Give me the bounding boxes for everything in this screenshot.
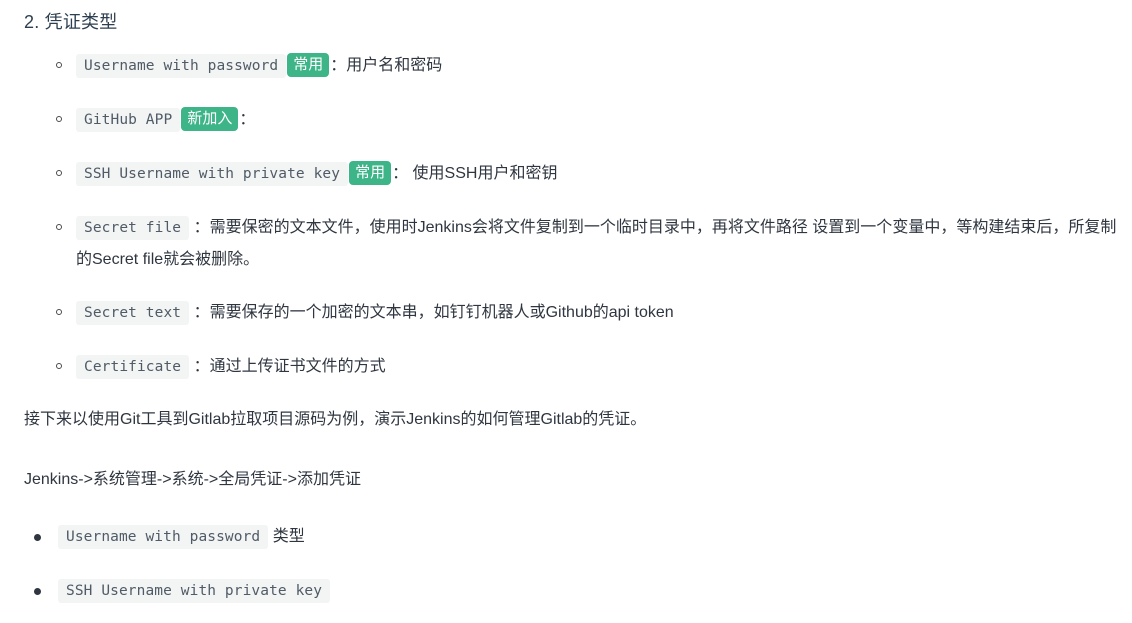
- disc-bullet-icon: [34, 534, 41, 542]
- example-suffix: 类型: [268, 528, 305, 546]
- separator: ：: [193, 219, 210, 236]
- credential-code-label: Username with password: [76, 54, 287, 78]
- status-badge: 常用: [287, 53, 330, 77]
- credential-description: 通过上传证书文件的方式: [209, 358, 386, 375]
- list-item: Username with password 类型: [26, 522, 1118, 552]
- intro-paragraph: 接下来以使用Git工具到Gitlab拉取项目源码为例，演示Jenkins的如何管…: [24, 411, 647, 428]
- list-item: SSH Username with private key 常用： 使用SSH用户…: [52, 158, 1118, 190]
- credential-code-label: GitHub APP: [76, 108, 181, 132]
- credential-description: 需要保密的文本文件，使用时Jenkins会将文件复制到一个临时目录中，再将文件路…: [209, 219, 893, 236]
- separator: ：: [239, 111, 256, 128]
- separator: ：: [193, 304, 210, 321]
- circle-bullet-icon: [56, 116, 62, 122]
- separator: ：: [392, 165, 409, 182]
- credential-code-label: SSH Username with private key: [76, 162, 349, 186]
- list-item: Certificate ：通过上传证书文件的方式: [52, 351, 1118, 383]
- example-code-label: SSH Username with private key: [58, 579, 331, 604]
- status-badge: 常用: [349, 161, 392, 185]
- circle-bullet-icon: [56, 309, 62, 315]
- disc-bullet-icon: [34, 588, 41, 596]
- navigation-path-paragraph: Jenkins->系统管理->系统->全局凭证->添加凭证: [24, 470, 361, 488]
- list-item: Secret file ：需要保密的文本文件，使用时Jenkins会将文件复制到…: [52, 212, 1118, 275]
- circle-bullet-icon: [56, 62, 62, 68]
- page-title: 2. 凭证类型: [24, 12, 118, 32]
- separator: ：: [330, 57, 347, 74]
- status-badge: 新加入: [181, 107, 239, 131]
- document-page: 2. 凭证类型 Username with password 常用 ：用户名和密码 …: [0, 0, 1132, 606]
- circle-bullet-icon: [56, 363, 62, 369]
- example-credential-list: Username with password 类型 SSH Username w…: [14, 522, 1118, 606]
- credential-code-label: Secret text: [76, 301, 190, 325]
- credential-description: 需要保存的一个加密的文本串，如钉钉机器人或Github的api token: [209, 304, 674, 321]
- circle-bullet-icon: [56, 224, 62, 230]
- circle-bullet-icon: [56, 170, 62, 176]
- separator: ：: [193, 358, 210, 375]
- list-item: GitHub APP 新加入：: [52, 104, 1118, 136]
- credential-type-list: Username with password 常用 ：用户名和密码 GitHub A…: [14, 50, 1118, 383]
- list-item: Secret text ：需要保存的一个加密的文本串，如钉钉机器人或Github…: [52, 297, 1118, 329]
- list-item: Username with password 常用 ：用户名和密码: [52, 50, 1118, 82]
- credential-code-label: Certificate: [76, 355, 190, 379]
- list-item: SSH Username with private key: [26, 576, 1118, 606]
- credential-description: 使用SSH用户和密钥: [408, 165, 558, 182]
- credential-code-label: Secret file: [76, 216, 190, 240]
- credential-description: 用户名和密码: [346, 57, 443, 74]
- example-code-label: Username with password: [58, 525, 269, 550]
